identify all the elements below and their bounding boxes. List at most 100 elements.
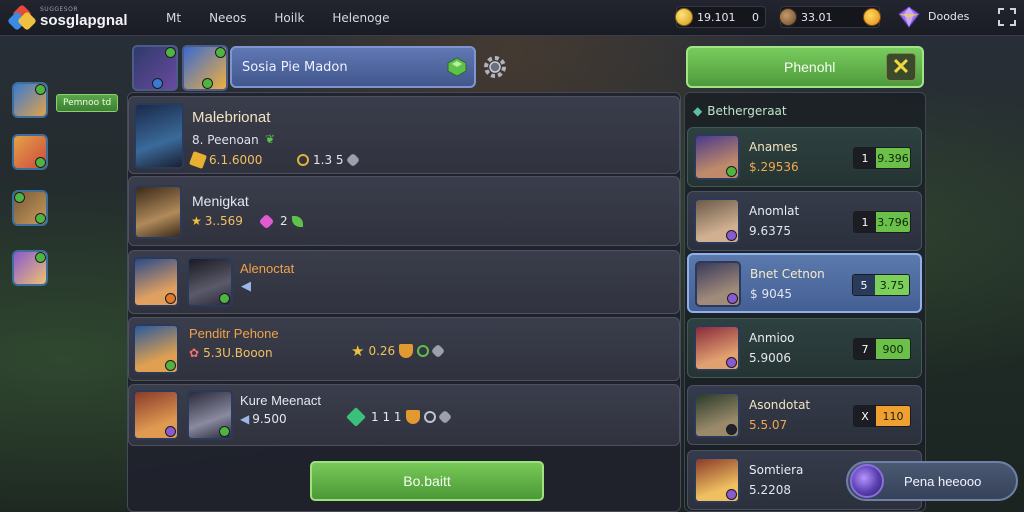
team-portrait-2[interactable] bbox=[182, 45, 228, 91]
close-icon: ✕ bbox=[891, 54, 911, 79]
hero-portrait-secondary bbox=[187, 390, 233, 440]
side-hero-avatar-1[interactable] bbox=[12, 82, 48, 118]
item-name: Anomlat bbox=[749, 204, 800, 218]
item-name: Asondotat bbox=[749, 398, 811, 412]
stone-icon bbox=[345, 152, 360, 168]
shop-item-2[interactable]: Anomlat 9.6375 1 3.796 bbox=[687, 191, 922, 251]
item-quantity[interactable]: 5 3.75 bbox=[852, 274, 910, 296]
hero-card-4[interactable]: Penditr Pehone ✿ 5.3U.Booon ★ 0.26 bbox=[128, 317, 680, 381]
item-price: 5.5.07 bbox=[749, 418, 788, 432]
item-price: 9.6375 bbox=[749, 224, 791, 238]
nav-item-4[interactable]: Helenoge bbox=[332, 11, 389, 25]
claim-button[interactable]: Phenohl ✕ bbox=[686, 46, 924, 88]
hero-portrait bbox=[134, 185, 182, 239]
ring-icon bbox=[423, 411, 436, 423]
green-gem-icon[interactable] bbox=[446, 56, 468, 78]
hero-card-1[interactable]: Malebrionat 8. Peenoan ❦ 6.1.6000 1.3 5 bbox=[128, 96, 680, 174]
claim-button-label: Phenohl bbox=[784, 59, 836, 75]
hero-token-icon bbox=[779, 8, 797, 26]
shop-item-4[interactable]: Anmioo 5.9006 7 900 bbox=[687, 318, 922, 378]
hero-rank: 8. Peenoan bbox=[192, 133, 259, 147]
item-quantity[interactable]: X 110 bbox=[853, 405, 911, 427]
item-price: 5.2208 bbox=[749, 483, 791, 497]
add-currency-icon[interactable] bbox=[863, 8, 881, 26]
side-hero-avatar-3[interactable] bbox=[12, 190, 48, 226]
hero-power-stat: ★ 0.26 bbox=[351, 342, 447, 360]
item-portrait bbox=[695, 261, 741, 307]
stone-icon bbox=[431, 343, 446, 359]
gear-icon[interactable] bbox=[482, 54, 508, 80]
shop-title: ◆ Bethergeraat bbox=[693, 104, 787, 118]
green-leaf-icon bbox=[291, 215, 303, 227]
item-price: $ 9045 bbox=[750, 287, 792, 301]
close-button[interactable]: ✕ bbox=[886, 53, 916, 81]
nav-item-3[interactable]: Hoilk bbox=[274, 11, 304, 25]
item-portrait bbox=[694, 325, 740, 371]
gold-counter[interactable]: 19.101 0 bbox=[675, 6, 766, 28]
item-name: Anmioo bbox=[749, 331, 795, 345]
nav-item-1[interactable]: Mt bbox=[166, 11, 181, 25]
side-hero-avatar-2[interactable] bbox=[12, 134, 48, 170]
gem-counter[interactable]: 33.01 bbox=[779, 6, 881, 28]
item-name: Somtiera bbox=[749, 463, 804, 477]
hero-gem-stat: 2 bbox=[258, 213, 307, 229]
gold-amount: 19.101 bbox=[697, 10, 736, 24]
gold-cube-icon bbox=[189, 151, 207, 169]
hero-star-stat: ★ 3..569 bbox=[191, 214, 243, 228]
item-name: Anames bbox=[749, 140, 798, 154]
arrow-icon: ◀ bbox=[241, 279, 251, 294]
hero-portrait-secondary bbox=[187, 257, 233, 307]
stone-icon bbox=[437, 409, 452, 425]
item-quantity[interactable]: 7 900 bbox=[853, 338, 911, 360]
magic-orb-icon bbox=[850, 464, 884, 498]
hero-card-2[interactable]: Menigkat ★ 3..569 2 bbox=[128, 176, 680, 246]
team-name-text: Sosia Pie Madon bbox=[242, 59, 348, 75]
hero-name: Menigkat bbox=[192, 193, 249, 209]
emerald-icon bbox=[346, 407, 366, 427]
hero-name: Penditr Pehone bbox=[189, 326, 279, 341]
hero-name: Kure Meenact bbox=[240, 393, 321, 408]
hero-card-5[interactable]: Kure Meenact ◀ 9.500 1 1 1 bbox=[128, 384, 680, 446]
crystal-icon[interactable] bbox=[898, 6, 920, 28]
hero-portrait bbox=[133, 324, 179, 374]
team-portrait-1[interactable] bbox=[132, 45, 178, 91]
nav-item-2[interactable]: Neeos bbox=[209, 11, 246, 25]
ring-icon bbox=[297, 154, 309, 166]
item-portrait bbox=[694, 134, 740, 180]
currency-label: Doodes bbox=[928, 10, 970, 23]
team-name-field[interactable]: Sosia Pie Madon bbox=[230, 46, 476, 88]
hero-card-3[interactable]: Alenoctat ◀ bbox=[128, 250, 680, 314]
gem-icon: ◆ bbox=[693, 104, 703, 118]
hero-name: Malebrionat bbox=[192, 109, 271, 126]
item-name: Bnet Cetnon bbox=[750, 267, 825, 281]
logo-cube-icon bbox=[7, 3, 37, 31]
hero-gold-stat: 6.1.6000 bbox=[189, 151, 262, 169]
gold-coin-icon bbox=[675, 8, 693, 26]
item-quantity[interactable]: 1 3.796 bbox=[853, 211, 911, 233]
star-icon: ★ bbox=[191, 214, 202, 228]
confirm-button[interactable]: Bo.baitt bbox=[310, 461, 544, 501]
side-hero-avatar-4[interactable] bbox=[12, 250, 48, 286]
chat-button[interactable]: Pena heeooo bbox=[846, 461, 1018, 501]
shield-icon bbox=[405, 410, 420, 424]
gem-amount: 33.01 bbox=[801, 10, 833, 24]
pink-gem-icon bbox=[258, 213, 275, 229]
arrow-icon: ◀ bbox=[240, 412, 250, 426]
main-nav: Mt Neeos Hoilk Helenoge bbox=[166, 11, 417, 25]
top-bar: SUGGESOR sosglapgnal Mt Neeos Hoilk Hele… bbox=[0, 0, 1024, 36]
chat-button-label: Pena heeooo bbox=[904, 473, 982, 489]
game-logo[interactable]: SUGGESOR sosglapgnal bbox=[7, 3, 150, 31]
hero-portrait bbox=[133, 390, 179, 440]
shield-icon bbox=[399, 344, 414, 358]
hero-gold-stat: ◀ 9.500 bbox=[240, 412, 287, 426]
fullscreen-icon[interactable] bbox=[996, 6, 1018, 28]
hero-power-stat: 1 1 1 bbox=[346, 407, 454, 427]
hero-name: Alenoctat bbox=[240, 261, 295, 276]
shop-item-3-selected[interactable]: Bnet Cetnon $ 9045 5 3.75 bbox=[687, 253, 922, 313]
item-quantity[interactable]: 1 9.396 bbox=[853, 147, 911, 169]
shop-item-5[interactable]: Asondotat 5.5.07 X 110 bbox=[687, 385, 922, 445]
shop-item-1[interactable]: Anames $.29536 1 9.396 bbox=[687, 127, 922, 187]
gold-extra: 0 bbox=[752, 10, 759, 24]
flower-icon: ✿ bbox=[189, 346, 200, 360]
item-portrait bbox=[694, 392, 740, 438]
